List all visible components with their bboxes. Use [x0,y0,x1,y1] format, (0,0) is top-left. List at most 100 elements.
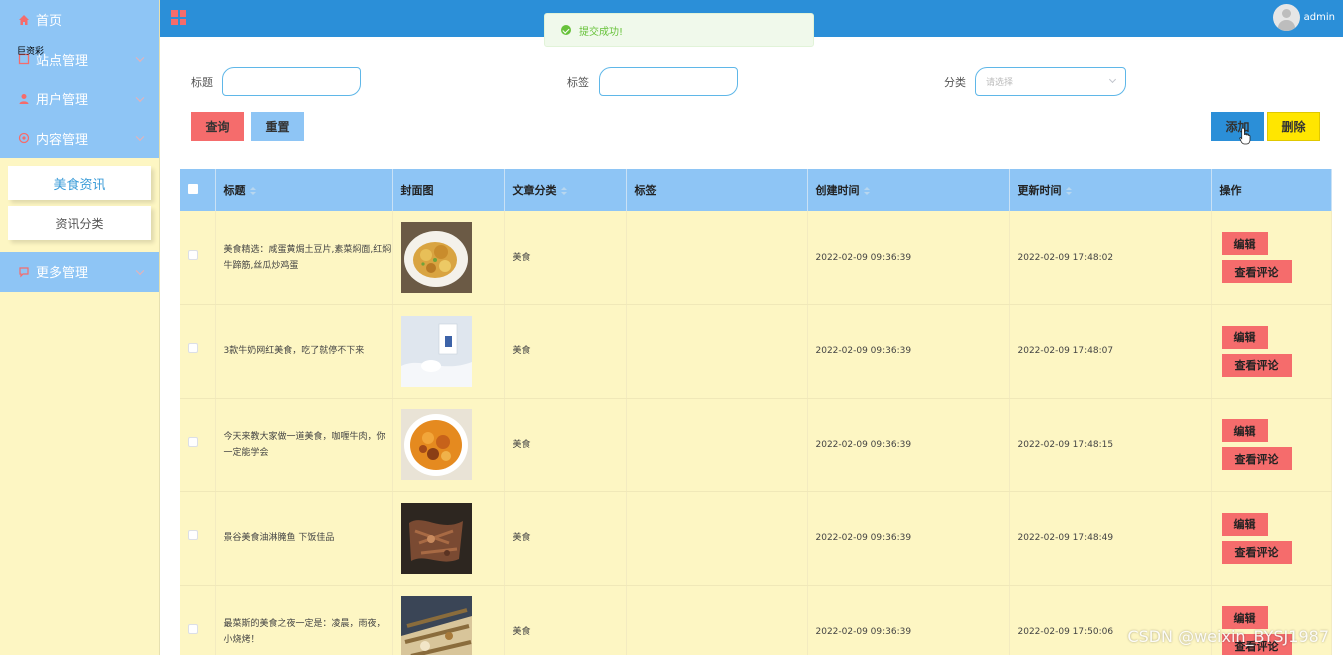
category-cell: 美食 [504,398,627,492]
cover-cell [392,398,505,492]
sidebar-subitem-food-news[interactable]: 美食资讯 [8,166,151,200]
sidebar-subitem-label: 资讯分类 [55,216,104,231]
cover-cell [392,304,505,399]
title-cell: 最菜斯的美食之夜一定是：凌晨，雨夜，小烧烤！ [215,585,393,655]
row-select-cell [180,211,216,305]
overlay-label: 巨资彩 [17,47,45,57]
row-checkbox[interactable] [188,249,198,260]
cover-image-potato-dish [400,222,472,293]
column-header-updated[interactable]: 更新时间 [1009,169,1212,211]
category-placeholder: 请选择 [986,78,1014,88]
sort-icon[interactable] [1065,187,1072,195]
avatar[interactable] [1273,4,1300,31]
sidebar-item-users[interactable]: 用户管理 [0,79,159,119]
sidebar-item-more[interactable]: 更多管理 [0,252,159,292]
chevron-down-icon [135,53,145,63]
cover-cell [392,585,505,655]
column-header-created[interactable]: 创建时间 [807,169,1010,211]
row-checkbox[interactable] [188,343,198,354]
sidebar-item-content[interactable]: 内容管理 [0,119,159,159]
toast-message: 提交成功! [579,26,624,38]
tag-cell [626,304,808,399]
menu-grid-icon[interactable] [171,10,186,25]
title-cell: 今天来教大家做一道美食，咖喱牛肉，你一定能学会 [215,398,393,492]
edit-button[interactable]: 编辑 [1221,325,1268,349]
delete-button[interactable]: 删除 [1267,112,1320,141]
row-select-cell [180,585,216,655]
success-toast: 提交成功! [544,13,814,47]
edit-button[interactable]: 编辑 [1221,419,1268,443]
tag-cell [626,491,808,586]
edit-button[interactable]: 编辑 [1221,512,1268,536]
row-select-cell [180,398,216,492]
title-cell: 景谷美食油淋腌鱼 下饭佳品 [215,491,393,586]
column-header-title[interactable]: 标题 [215,169,393,211]
select-all-checkbox[interactable] [188,183,198,194]
watermark-text: CSDN @weixin_BYSJ1987 [1127,627,1329,646]
tag-label: 标签 [567,76,589,89]
edit-button[interactable]: 编辑 [1221,232,1268,255]
sidebar-subitem-news-category[interactable]: 资讯分类 [8,206,151,240]
table-row: 美食精选：咸蛋黄焗土豆片,素菜焖面,红焖牛蹄筋,丝瓜炒鸡蛋 美食 2022-02… [180,211,1332,305]
view-comments-button[interactable]: 查看评论 [1221,540,1292,564]
created-cell: 2022-02-09 09:36:39 [807,211,1010,305]
actions-cell: 编辑 查看评论 [1211,398,1332,492]
category-cell: 美食 [504,304,627,399]
add-button[interactable]: 添加 [1211,112,1264,141]
sidebar-subitem-label: 美食资讯 [53,177,106,193]
sidebar-item-label: 首页 [36,14,63,30]
view-comments-button[interactable]: 查看评论 [1221,447,1292,471]
row-checkbox[interactable] [188,530,198,541]
reset-button[interactable]: 重置 [251,112,304,141]
home-icon [18,14,30,26]
title-input[interactable] [222,67,361,96]
category-cell: 美食 [504,585,627,655]
created-cell: 2022-02-09 09:36:39 [807,304,1010,399]
hand-cursor-icon [1239,127,1251,145]
column-header-tag: 标签 [626,169,808,211]
sidebar-item-label: 用户管理 [36,93,89,109]
title-cell: 3款牛奶网红美食，吃了就停不下来 [215,304,393,399]
category-cell: 美食 [504,491,627,586]
chevron-down-icon [135,132,145,142]
sidebar: 首页 站点管理 用户管理 内容管理 美食资讯 资讯分类 更多管理 巨资彩 [0,0,160,655]
view-comments-button[interactable]: 查看评论 [1221,353,1292,377]
sort-icon[interactable] [863,187,870,195]
cover-image-barbecue [400,596,472,655]
cover-cell [392,211,505,305]
row-checkbox[interactable] [188,436,198,447]
created-cell: 2022-02-09 09:36:39 [807,585,1010,655]
tag-cell [626,211,808,305]
content-table: 标题 封面图 文章分类 标签 创建时间 更新时间 操作 美食精选：咸蛋黄焗土豆片… [180,169,1332,655]
table-header-row: 标题 封面图 文章分类 标签 创建时间 更新时间 操作 [180,169,1332,211]
actions-cell: 编辑 查看评论 [1211,304,1332,399]
row-select-cell [180,491,216,586]
category-cell: 美食 [504,211,627,305]
updated-cell: 2022-02-09 17:48:15 [1009,398,1212,492]
chevron-down-icon [135,266,145,275]
query-button[interactable]: 查询 [191,112,244,141]
column-header-cover: 封面图 [392,169,505,211]
sort-icon[interactable] [560,187,567,195]
username[interactable]: admin [1304,12,1335,23]
edit-button[interactable]: 编辑 [1221,606,1268,630]
tag-input[interactable] [599,67,738,96]
cover-image-fried-fish [400,502,472,574]
table-row: 3款牛奶网红美食，吃了就停不下来 美食 2022-02-09 09:36:39 … [180,304,1332,399]
updated-cell: 2022-02-09 17:48:02 [1009,211,1212,305]
sidebar-nav-top: 首页 站点管理 用户管理 内容管理 [0,0,159,158]
user-icon [18,93,30,105]
title-cell: 美食精选：咸蛋黄焗土豆片,素菜焖面,红焖牛蹄筋,丝瓜炒鸡蛋 [215,211,393,305]
cover-cell [392,491,505,586]
chat-icon [18,266,30,278]
actions-cell: 编辑 查看评论 [1211,211,1332,305]
updated-cell: 2022-02-09 17:48:07 [1009,304,1212,399]
column-header-category[interactable]: 文章分类 [504,169,627,211]
category-select[interactable]: 请选择 [975,67,1126,96]
view-comments-button[interactable]: 查看评论 [1221,260,1292,283]
row-checkbox[interactable] [188,623,198,634]
row-select-cell [180,304,216,399]
sidebar-item-home[interactable]: 首页 [0,0,159,40]
sort-icon[interactable] [249,187,256,195]
sidebar-submenu: 美食资讯 资讯分类 [0,158,159,252]
